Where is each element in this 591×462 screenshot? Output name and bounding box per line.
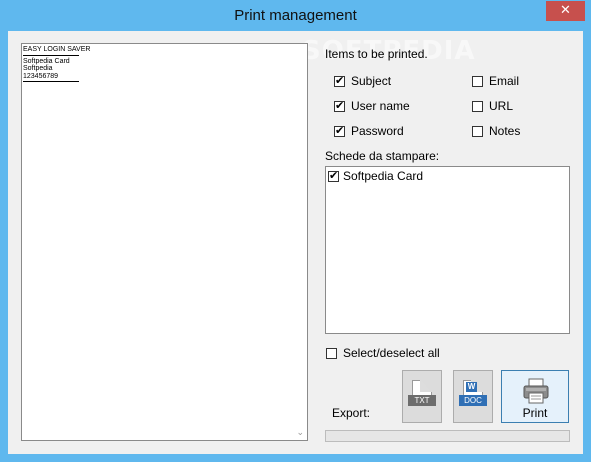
print-management-window: Print management ✕ SOFTPEDIA EASY LOGIN …: [0, 0, 591, 462]
items-to-print-label: Items to be printed.: [325, 47, 428, 61]
preview-divider: [23, 81, 79, 82]
checkbox-box[interactable]: [472, 125, 483, 137]
checkbox-box[interactable]: [472, 75, 483, 87]
word-logo-icon: W: [466, 382, 477, 392]
txt-tag: TXT: [408, 395, 436, 406]
preview-line: Softpedia: [23, 65, 53, 72]
checkbox-box[interactable]: [472, 100, 483, 112]
password-checkbox[interactable]: Password: [334, 124, 404, 138]
close-button[interactable]: ✕: [546, 1, 585, 21]
print-preview[interactable]: EASY LOGIN SAVER Softpedia Card Softpedi…: [21, 43, 308, 441]
checkbox-label: Password: [351, 124, 404, 138]
preview-line: 123456789: [23, 72, 59, 80]
print-button[interactable]: Print: [501, 370, 569, 423]
print-button-label: Print: [522, 406, 548, 420]
checkbox-box[interactable]: [326, 347, 337, 359]
checkbox-label: User name: [351, 99, 410, 113]
email-checkbox[interactable]: Email: [472, 74, 519, 88]
checkbox-label: Email: [489, 74, 520, 88]
scroll-down-icon[interactable]: ⌄: [296, 428, 304, 438]
dialog-body: SOFTPEDIA EASY LOGIN SAVER Softpedia Car…: [8, 31, 583, 454]
title-bar[interactable]: Print management ✕: [0, 0, 591, 31]
checkbox-box[interactable]: [334, 99, 345, 112]
checkbox-box[interactable]: [334, 74, 345, 87]
subject-checkbox[interactable]: Subject: [334, 74, 391, 88]
export-txt-button[interactable]: TXT: [402, 370, 442, 423]
cards-listbox[interactable]: Softpedia Card: [325, 166, 570, 334]
checkbox-label: Select/deselect all: [343, 346, 440, 360]
export-label: Export:: [332, 406, 371, 420]
checkbox-label: Notes: [489, 124, 521, 138]
list-item-label: Softpedia Card: [343, 169, 424, 183]
checkbox-box[interactable]: [328, 169, 339, 182]
select-all-checkbox[interactable]: Select/deselect all: [326, 346, 440, 360]
user-name-checkbox[interactable]: User name: [334, 99, 410, 113]
notes-checkbox[interactable]: Notes: [472, 124, 520, 138]
url-checkbox[interactable]: URL: [472, 99, 513, 113]
list-item[interactable]: Softpedia Card: [328, 169, 423, 183]
preview-line: Softpedia Card: [23, 57, 70, 65]
preview-document: EASY LOGIN SAVER Softpedia Card Softpedi…: [23, 46, 90, 84]
checkbox-label: Subject: [351, 74, 392, 88]
checkbox-label: URL: [489, 99, 514, 113]
preview-heading: EASY LOGIN SAVER: [23, 46, 91, 53]
checkbox-box[interactable]: [334, 124, 345, 137]
doc-tag: DOC: [459, 395, 487, 406]
preview-divider: [23, 54, 79, 56]
close-icon: ✕: [560, 3, 571, 18]
progress-bar: [325, 430, 570, 442]
printer-icon: [523, 378, 549, 404]
cards-to-print-label: Schede da stampare:: [325, 149, 440, 163]
export-doc-button[interactable]: W DOC: [453, 370, 493, 423]
window-title: Print management: [234, 7, 357, 24]
